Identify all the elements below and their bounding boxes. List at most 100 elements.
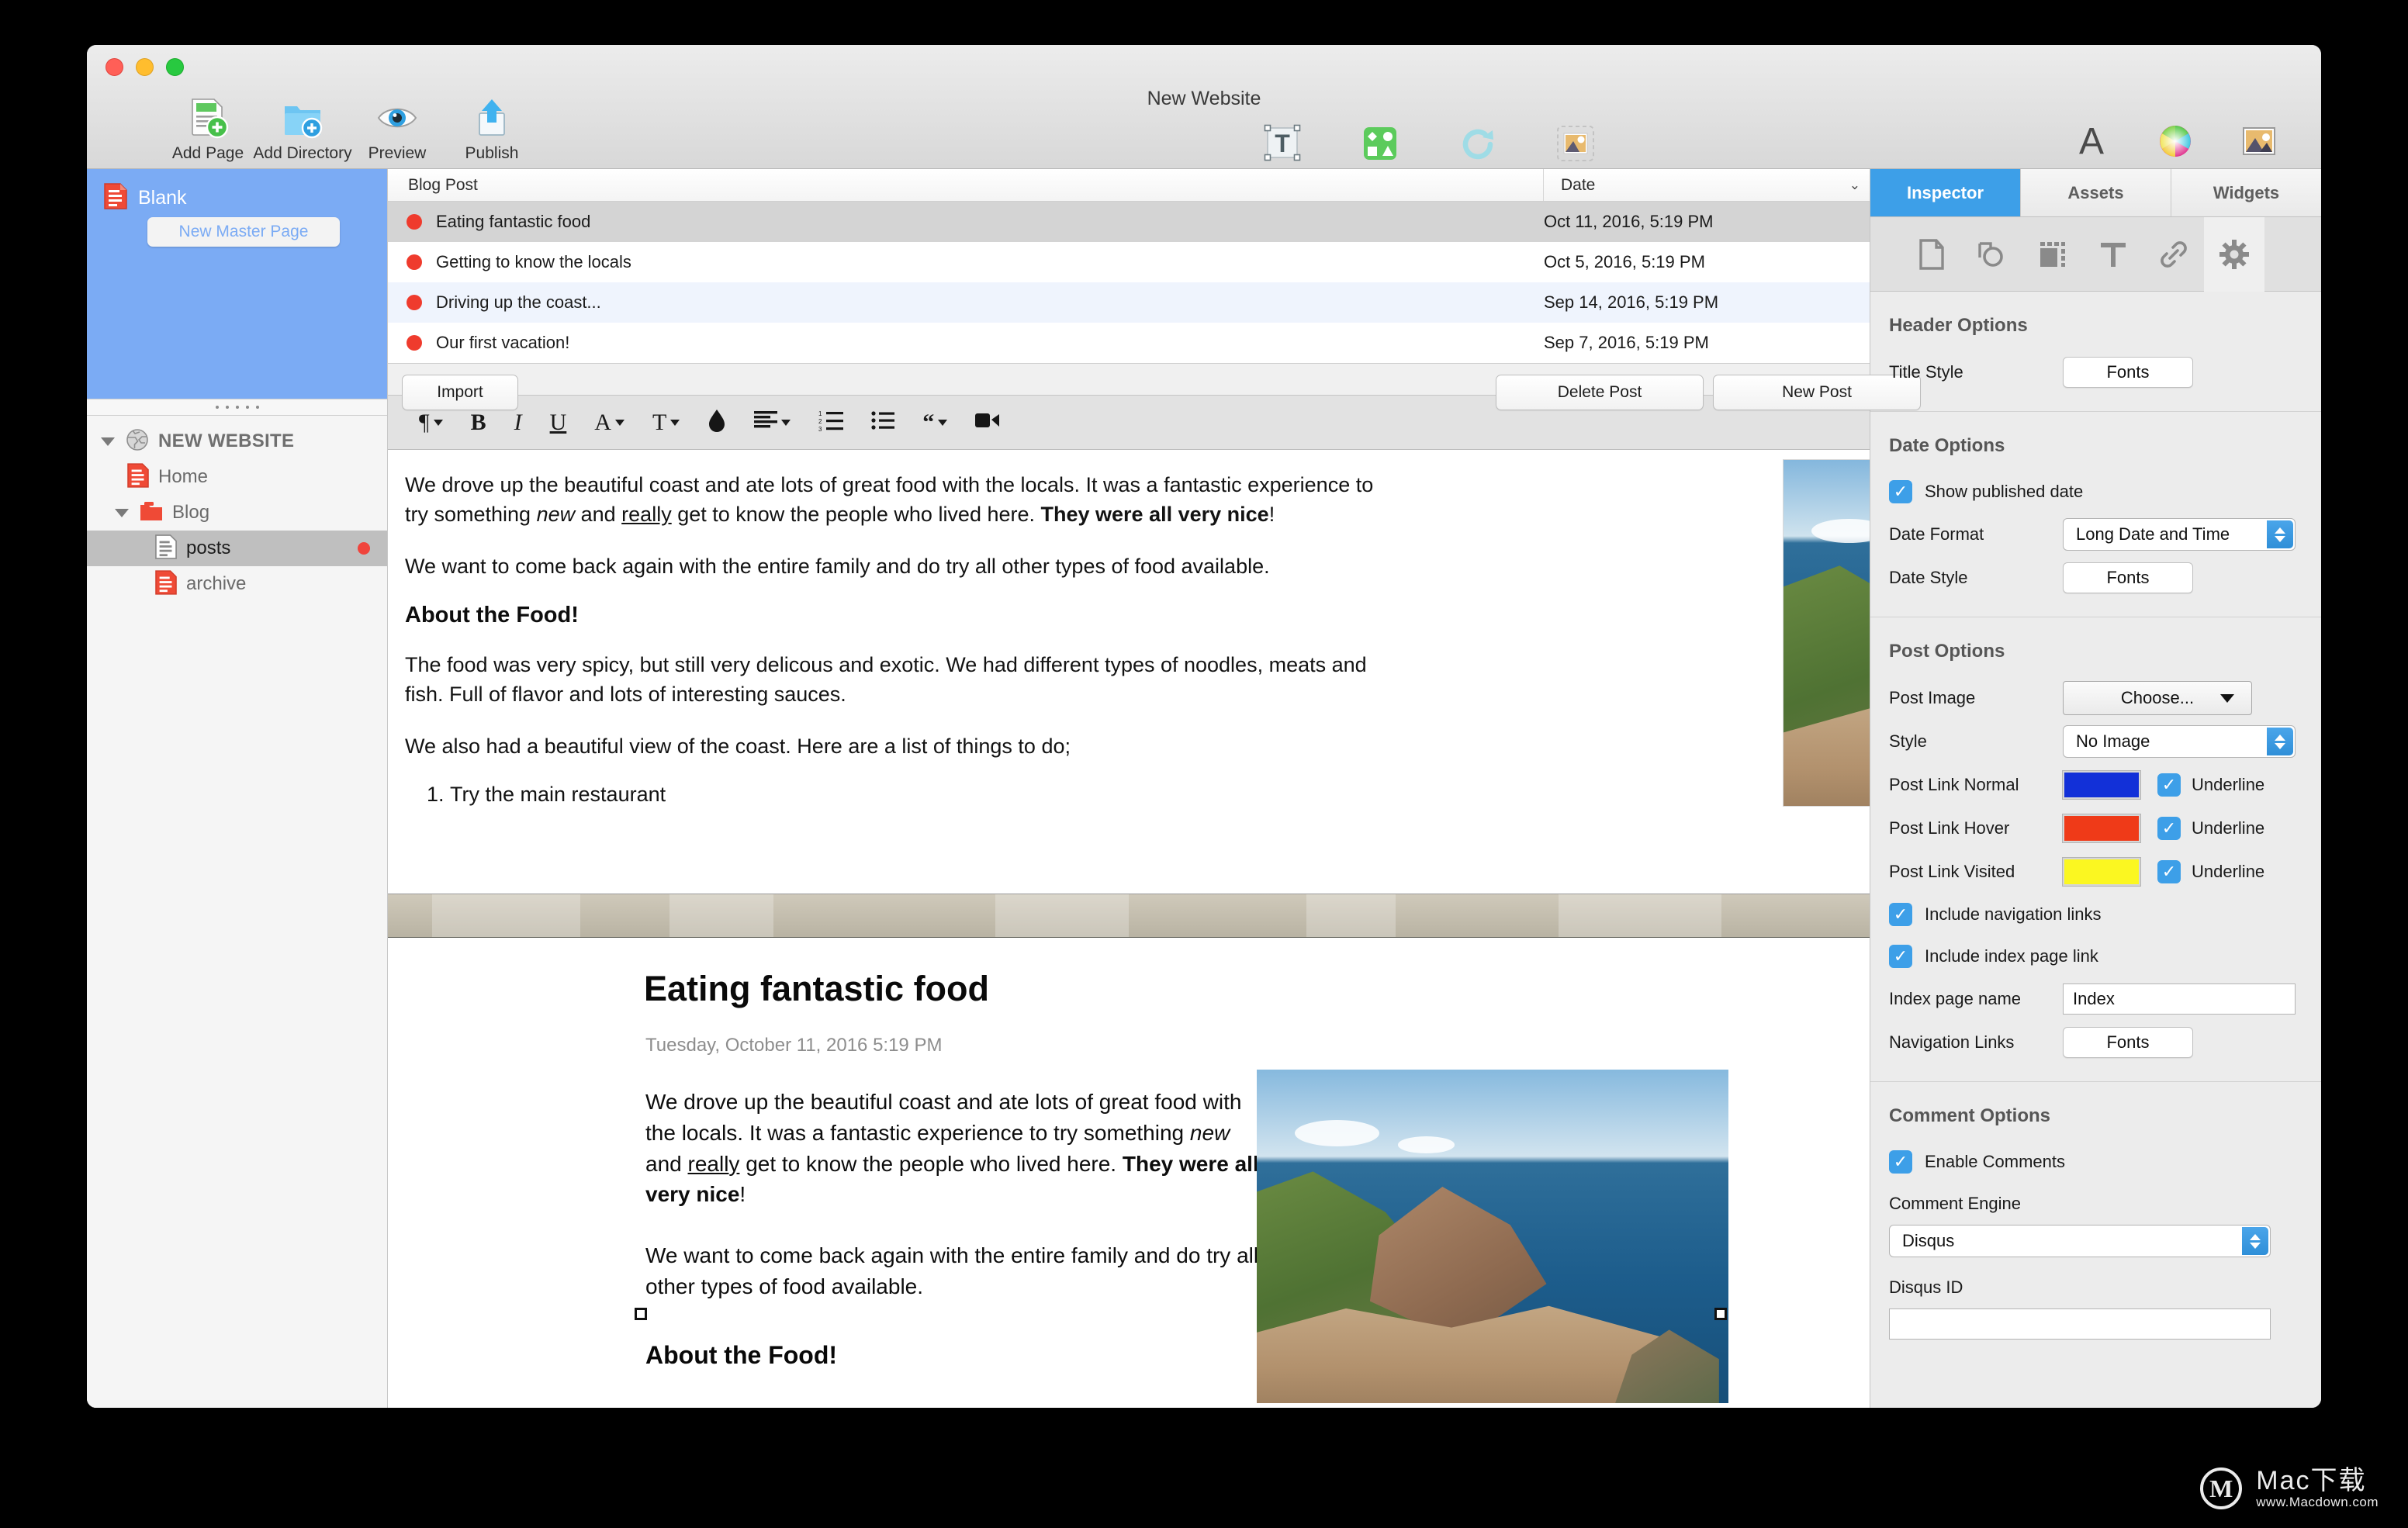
post-link-visited-underline-checkbox[interactable]: ✓ (2157, 860, 2181, 883)
include-navigation-links-row[interactable]: ✓ Include navigation links (1870, 894, 2321, 935)
title-style-fonts-button[interactable]: Fonts (2063, 357, 2193, 388)
tab-assets[interactable]: Assets (2021, 169, 2171, 216)
selection-handle-left[interactable] (635, 1308, 647, 1320)
selection-handle-right[interactable] (1714, 1308, 1727, 1320)
post-editor[interactable]: We drove up the beautiful coast and ate … (388, 450, 1870, 894)
ordered-list-button[interactable]: 123 (804, 396, 857, 449)
enable-comments-row[interactable]: ✓ Enable Comments (1870, 1141, 2321, 1183)
link-inspector-icon[interactable] (2143, 217, 2204, 292)
post-date: Sep 14, 2016, 5:19 PM (1544, 292, 1719, 312)
post-image-style-select[interactable]: No Image (2063, 725, 2296, 758)
section-title: Date Options (1889, 435, 2005, 456)
colors-wheel-icon (2155, 119, 2195, 163)
preview-pane[interactable]: Eating fantastic food Tuesday, October 1… (388, 894, 1870, 1408)
watermark-text: Mac下载 www.Macdown.com (2256, 1468, 2379, 1509)
show-published-date-checkbox[interactable]: ✓ (1889, 480, 1912, 503)
chevron-down-icon[interactable] (99, 433, 116, 450)
post-link-normal-underline-checkbox[interactable]: ✓ (2157, 773, 2181, 797)
post-link-normal-color-swatch[interactable] (2062, 770, 2141, 800)
mask-icon (1554, 123, 1597, 166)
preview-inline-image[interactable] (1257, 1070, 1728, 1403)
enable-comments-label: Enable Comments (1925, 1152, 2065, 1171)
post-link-hover-color-swatch[interactable] (2062, 814, 2141, 843)
publish-button[interactable]: Publish (455, 96, 529, 163)
master-page-item-blank[interactable]: Blank (87, 180, 387, 213)
tree-item-archive[interactable]: archive (87, 566, 387, 602)
column-header-blog-post[interactable]: Blog Post (388, 169, 1544, 201)
editor-inline-image[interactable] (1783, 459, 1870, 807)
post-image-choose-button[interactable]: Choose... (2063, 681, 2252, 715)
stepper-arrows-icon[interactable] (2267, 728, 2293, 755)
unordered-list-button[interactable] (857, 396, 908, 449)
include-navigation-links-checkbox[interactable]: ✓ (1889, 903, 1912, 926)
import-button[interactable]: Import (402, 375, 518, 410)
tab-inspector[interactable]: Inspector (1870, 169, 2021, 216)
comment-engine-select[interactable]: Disqus (1889, 1225, 2271, 1257)
post-title: Our first vacation! (436, 333, 570, 352)
chevron-down-icon (614, 419, 624, 426)
post-link-visited-color-swatch[interactable] (2062, 857, 2141, 887)
date-format-select[interactable]: Long Date and Time (2063, 518, 2296, 551)
toolbar-left-group: Add Page Add Directory Preview Publish (171, 96, 529, 163)
bulleted-list-icon (871, 410, 895, 434)
blockquote-button[interactable]: “ (908, 396, 961, 449)
table-row[interactable]: Getting to know the locals Oct 5, 2016, … (388, 242, 1870, 282)
maximize-window-button[interactable] (166, 58, 184, 76)
textbox-icon: T (1261, 123, 1304, 166)
include-index-page-link-row[interactable]: ✓ Include index page link (1870, 935, 2321, 977)
preview-p1-emphasis: new (1189, 1120, 1230, 1145)
tree-item-posts[interactable]: posts (87, 531, 387, 566)
tab-widgets[interactable]: Widgets (2171, 169, 2321, 216)
image-inspector-icon[interactable] (2022, 217, 2083, 292)
table-row[interactable]: Eating fantastic food Oct 11, 2016, 5:19… (388, 202, 1870, 242)
font-size-button[interactable]: T (638, 396, 694, 449)
tree-item-label: archive (186, 573, 247, 594)
table-row[interactable]: Driving up the coast... Sep 14, 2016, 5:… (388, 282, 1870, 323)
tree-item-new-website[interactable]: NEW WEBSITE (87, 423, 387, 459)
include-index-page-link-checkbox[interactable]: ✓ (1889, 945, 1912, 968)
align-button[interactable] (740, 396, 804, 449)
sidebar-splitter-handle[interactable] (87, 399, 387, 416)
editor-text-body[interactable]: We drove up the beautiful coast and ate … (405, 470, 1390, 807)
column-header-date[interactable]: Date ⌄ (1544, 169, 1870, 201)
page-icon-grey (155, 534, 177, 563)
svg-text:1: 1 (818, 410, 822, 417)
ink-drop-icon (708, 408, 726, 437)
page-inspector-icon[interactable] (1901, 217, 1962, 292)
enable-comments-checkbox[interactable]: ✓ (1889, 1150, 1912, 1174)
inspector-content[interactable]: Header Options Title Style Fonts Date Op… (1870, 292, 2321, 1408)
show-published-date-row[interactable]: ✓ Show published date (1870, 471, 2321, 513)
navigation-links-fonts-button[interactable]: Fonts (2063, 1027, 2193, 1058)
disqus-id-input[interactable] (1889, 1308, 2271, 1340)
index-page-name-input[interactable]: Index (2063, 984, 2296, 1015)
underline-button[interactable]: U (536, 396, 581, 449)
add-page-button[interactable]: Add Page (171, 96, 245, 163)
chevron-down-icon (670, 419, 680, 426)
add-directory-button[interactable]: Add Directory (253, 96, 352, 163)
date-format-row: Date Format Long Date and Time (1870, 513, 2321, 556)
date-style-fonts-button[interactable]: Fonts (2063, 562, 2193, 593)
post-image-style-row: Style No Image (1870, 720, 2321, 763)
font-family-button[interactable]: A (580, 396, 638, 449)
text-color-button[interactable] (694, 396, 740, 449)
tree-item-home[interactable]: Home (87, 459, 387, 495)
section-title: Header Options (1889, 315, 2028, 336)
minimize-window-button[interactable] (136, 58, 154, 76)
show-published-date-label: Show published date (1925, 482, 2084, 501)
video-button[interactable] (961, 396, 1014, 449)
preview-button[interactable]: Preview (360, 96, 434, 163)
chevron-down-icon[interactable] (113, 504, 130, 521)
editor-p1-c: get to know the people who lived here. (671, 503, 1041, 527)
settings-gear-icon[interactable] (2204, 216, 2264, 292)
post-link-hover-underline-label: Underline (2192, 818, 2265, 838)
text-inspector-icon[interactable] (2083, 217, 2143, 292)
delete-post-button[interactable]: Delete Post (1496, 375, 1704, 410)
table-row[interactable]: Our first vacation! Sep 7, 2016, 5:19 PM (388, 323, 1870, 363)
shape-inspector-icon[interactable] (1962, 217, 2022, 292)
stepper-arrows-icon[interactable] (2267, 520, 2293, 548)
stepper-arrows-icon[interactable] (2242, 1227, 2268, 1255)
close-window-button[interactable] (106, 58, 123, 76)
tree-item-blog[interactable]: Blog (87, 495, 387, 531)
new-master-page-button[interactable]: New Master Page (147, 217, 340, 247)
post-link-hover-underline-checkbox[interactable]: ✓ (2157, 817, 2181, 840)
